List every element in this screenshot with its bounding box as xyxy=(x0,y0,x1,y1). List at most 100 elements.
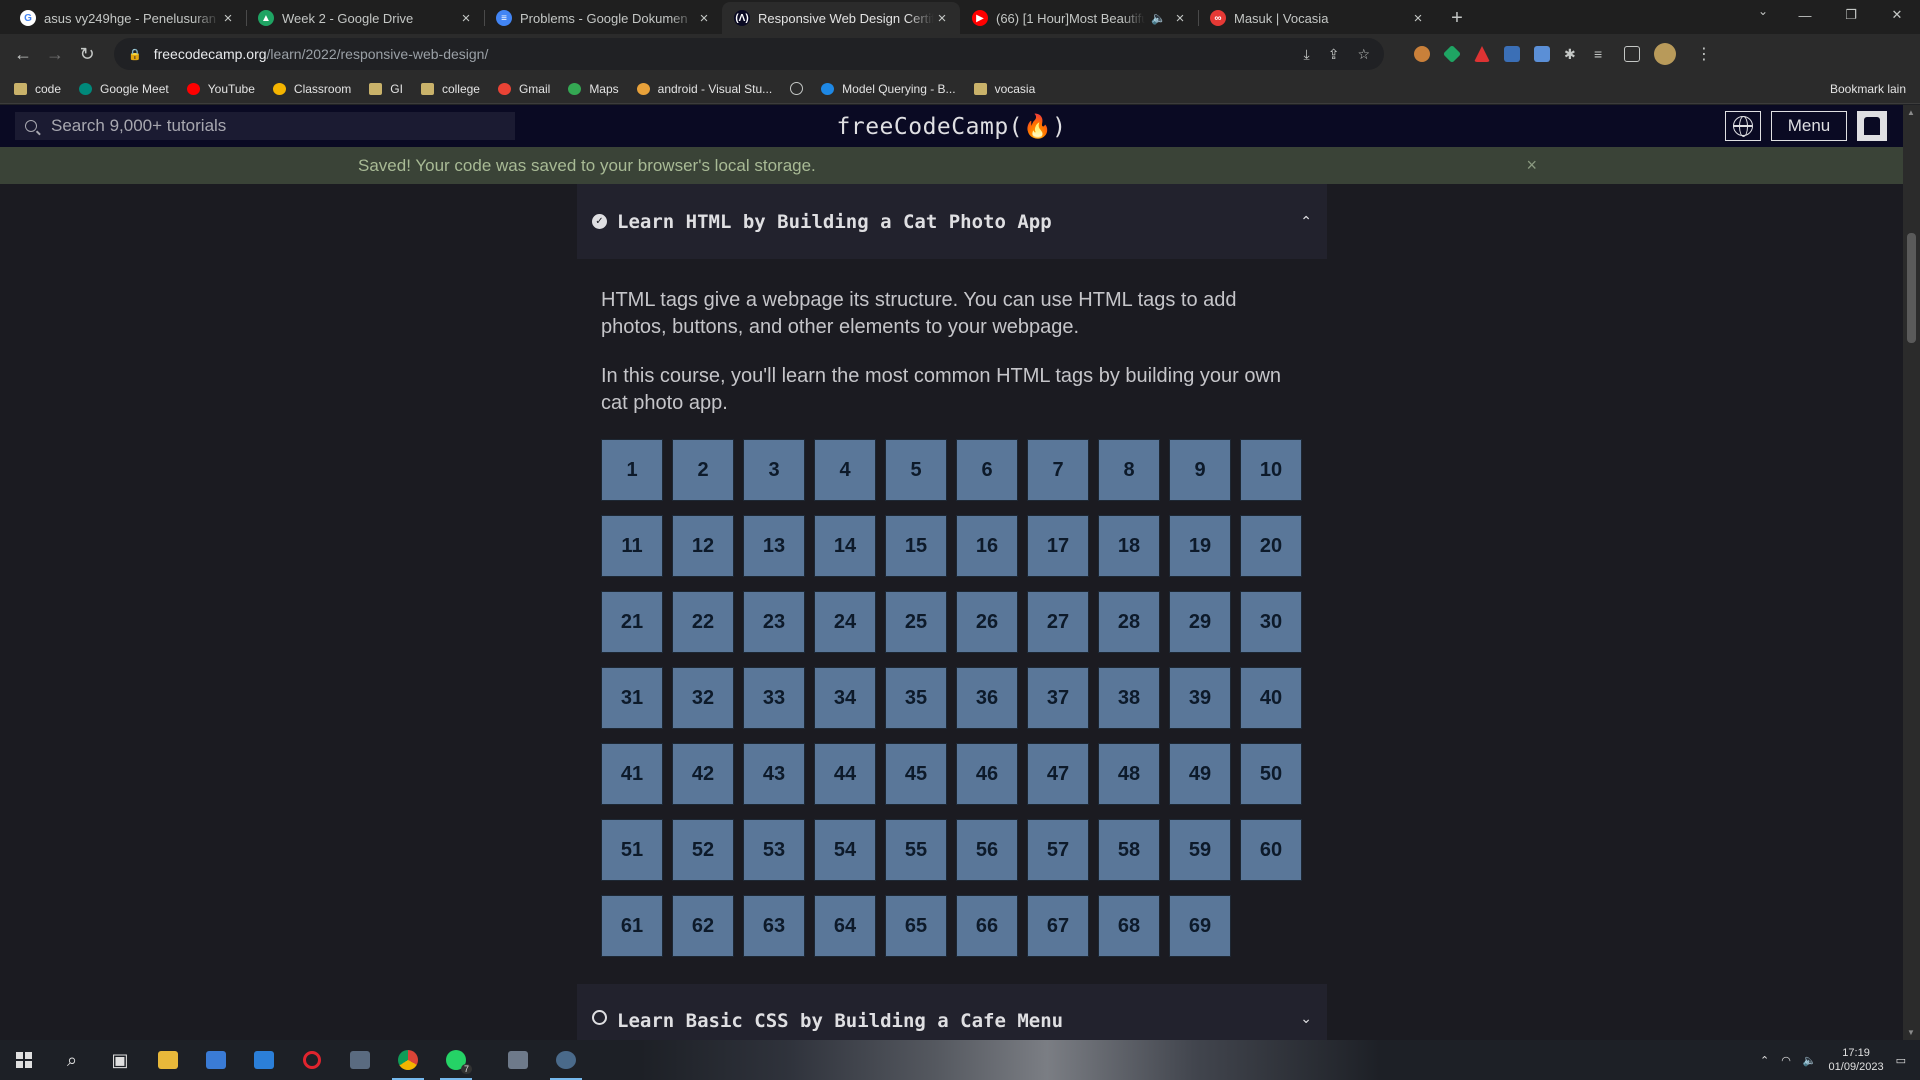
close-tab-icon[interactable]: × xyxy=(458,10,474,27)
forward-icon[interactable]: → xyxy=(40,39,70,69)
file-explorer-icon[interactable] xyxy=(144,1040,192,1080)
volume-icon[interactable]: 🔈 xyxy=(1803,1054,1817,1067)
step-button[interactable]: 2 xyxy=(672,439,734,501)
step-button[interactable]: 4 xyxy=(814,439,876,501)
step-button[interactable]: 13 xyxy=(743,515,805,577)
step-button[interactable]: 60 xyxy=(1240,819,1302,881)
new-tab-icon[interactable]: + xyxy=(1442,3,1472,33)
lock-icon[interactable]: 🔒 xyxy=(128,48,142,61)
task-view-icon[interactable]: ▣ xyxy=(96,1040,144,1080)
step-button[interactable]: 47 xyxy=(1027,743,1089,805)
step-button[interactable]: 52 xyxy=(672,819,734,881)
bookmark-item[interactable]: Gmail xyxy=(497,82,550,96)
step-button[interactable]: 36 xyxy=(956,667,1018,729)
step-button[interactable]: 68 xyxy=(1098,895,1160,957)
close-tab-icon[interactable]: × xyxy=(220,10,236,27)
close-tab-icon[interactable]: × xyxy=(1410,10,1426,27)
bookmark-item[interactable]: Maps xyxy=(568,82,619,96)
extension-icon[interactable] xyxy=(1414,46,1430,62)
step-button[interactable]: 15 xyxy=(885,515,947,577)
step-button[interactable]: 28 xyxy=(1098,591,1160,653)
step-button[interactable]: 21 xyxy=(601,591,663,653)
step-button[interactable]: 38 xyxy=(1098,667,1160,729)
user-avatar-button[interactable] xyxy=(1857,111,1887,141)
step-button[interactable]: 11 xyxy=(601,515,663,577)
bookmark-item[interactable]: GI xyxy=(369,82,403,96)
step-button[interactable]: 5 xyxy=(885,439,947,501)
browser-tab[interactable]: ≡ Problems - Google Dokumen × xyxy=(484,2,722,34)
step-button[interactable]: 39 xyxy=(1169,667,1231,729)
install-icon[interactable]: ⤓ xyxy=(1304,46,1310,63)
browser-tab[interactable]: ∞ Masuk | Vocasia × xyxy=(1198,2,1436,34)
clock[interactable]: 17:19 01/09/2023 xyxy=(1829,1046,1884,1074)
step-button[interactable]: 6 xyxy=(956,439,1018,501)
step-button[interactable]: 31 xyxy=(601,667,663,729)
bookmark-item[interactable]: Model Querying - B... xyxy=(821,82,956,96)
close-tab-icon[interactable]: × xyxy=(696,10,712,27)
mail-icon[interactable] xyxy=(240,1040,288,1080)
notification-icon[interactable]: ▭ xyxy=(1896,1054,1906,1067)
chrome-menu-icon[interactable]: ⋮ xyxy=(1696,44,1712,64)
side-panel-icon[interactable] xyxy=(1624,46,1640,62)
step-button[interactable]: 66 xyxy=(956,895,1018,957)
step-button[interactable]: 16 xyxy=(956,515,1018,577)
step-button[interactable]: 24 xyxy=(814,591,876,653)
start-button[interactable] xyxy=(0,1040,48,1080)
next-course-block[interactable]: Learn Basic CSS by Building a Cafe Menu … xyxy=(577,984,1327,1040)
search-input[interactable]: Search 9,000+ tutorials xyxy=(15,112,515,140)
bookmark-item[interactable]: vocasia xyxy=(973,82,1035,96)
step-button[interactable]: 69 xyxy=(1169,895,1231,957)
step-button[interactable]: 53 xyxy=(743,819,805,881)
tab-search-icon[interactable]: ⌄ xyxy=(1758,4,1768,18)
share-icon[interactable]: ⇪ xyxy=(1328,46,1340,63)
site-logo[interactable]: freeCodeCamp(🔥) xyxy=(837,113,1067,140)
chevron-up-icon[interactable]: ⌃ xyxy=(1760,1054,1769,1067)
step-button[interactable]: 33 xyxy=(743,667,805,729)
whatsapp-taskbar-icon[interactable]: 7 xyxy=(432,1040,480,1080)
step-button[interactable]: 9 xyxy=(1169,439,1231,501)
step-button[interactable]: 26 xyxy=(956,591,1018,653)
step-button[interactable]: 3 xyxy=(743,439,805,501)
language-button[interactable] xyxy=(1725,111,1761,141)
address-bar[interactable]: 🔒 freecodecamp.org/learn/2022/responsive… xyxy=(114,38,1384,70)
step-button[interactable]: 20 xyxy=(1240,515,1302,577)
step-button[interactable]: 40 xyxy=(1240,667,1302,729)
explorer-window-icon[interactable] xyxy=(494,1040,542,1080)
menu-button[interactable]: Menu xyxy=(1771,111,1847,141)
puzzle-icon[interactable]: ✱ xyxy=(1564,46,1580,62)
close-icon[interactable]: × xyxy=(1526,155,1537,176)
step-button[interactable]: 49 xyxy=(1169,743,1231,805)
browser-tab[interactable]: (Λ) Responsive Web Design Certification× xyxy=(722,2,960,34)
step-button[interactable]: 41 xyxy=(601,743,663,805)
step-button[interactable]: 23 xyxy=(743,591,805,653)
step-button[interactable]: 42 xyxy=(672,743,734,805)
step-button[interactable]: 51 xyxy=(601,819,663,881)
step-button[interactable]: 7 xyxy=(1027,439,1089,501)
bookmark-item[interactable]: college xyxy=(420,82,480,96)
close-tab-icon[interactable]: × xyxy=(1172,10,1188,27)
terminal-icon[interactable] xyxy=(336,1040,384,1080)
bookmark-item[interactable]: Google Meet xyxy=(79,82,169,96)
step-button[interactable]: 45 xyxy=(885,743,947,805)
step-button[interactable]: 59 xyxy=(1169,819,1231,881)
scroll-up-icon[interactable]: ▲ xyxy=(1907,108,1915,117)
step-button[interactable]: 64 xyxy=(814,895,876,957)
step-button[interactable]: 34 xyxy=(814,667,876,729)
step-button[interactable]: 37 xyxy=(1027,667,1089,729)
step-button[interactable]: 44 xyxy=(814,743,876,805)
scrollbar-thumb[interactable] xyxy=(1907,233,1916,343)
media-control-icon[interactable]: ≡ xyxy=(1594,46,1610,62)
terminal-extension-icon[interactable] xyxy=(1504,46,1520,62)
step-button[interactable]: 50 xyxy=(1240,743,1302,805)
step-button[interactable]: 25 xyxy=(885,591,947,653)
close-window-icon[interactable]: ✕ xyxy=(1874,0,1920,30)
bookmark-star-icon[interactable]: ☆ xyxy=(1357,46,1370,63)
step-button[interactable]: 29 xyxy=(1169,591,1231,653)
step-button[interactable]: 67 xyxy=(1027,895,1089,957)
store-icon[interactable] xyxy=(192,1040,240,1080)
restore-icon[interactable]: ❐ xyxy=(1828,0,1874,30)
step-button[interactable]: 57 xyxy=(1027,819,1089,881)
extension-triangle-icon[interactable] xyxy=(1474,46,1490,62)
bookmark-item[interactable]: Classroom xyxy=(272,82,351,96)
course-block-header[interactable]: ✓ Learn HTML by Building a Cat Photo App… xyxy=(577,184,1327,259)
